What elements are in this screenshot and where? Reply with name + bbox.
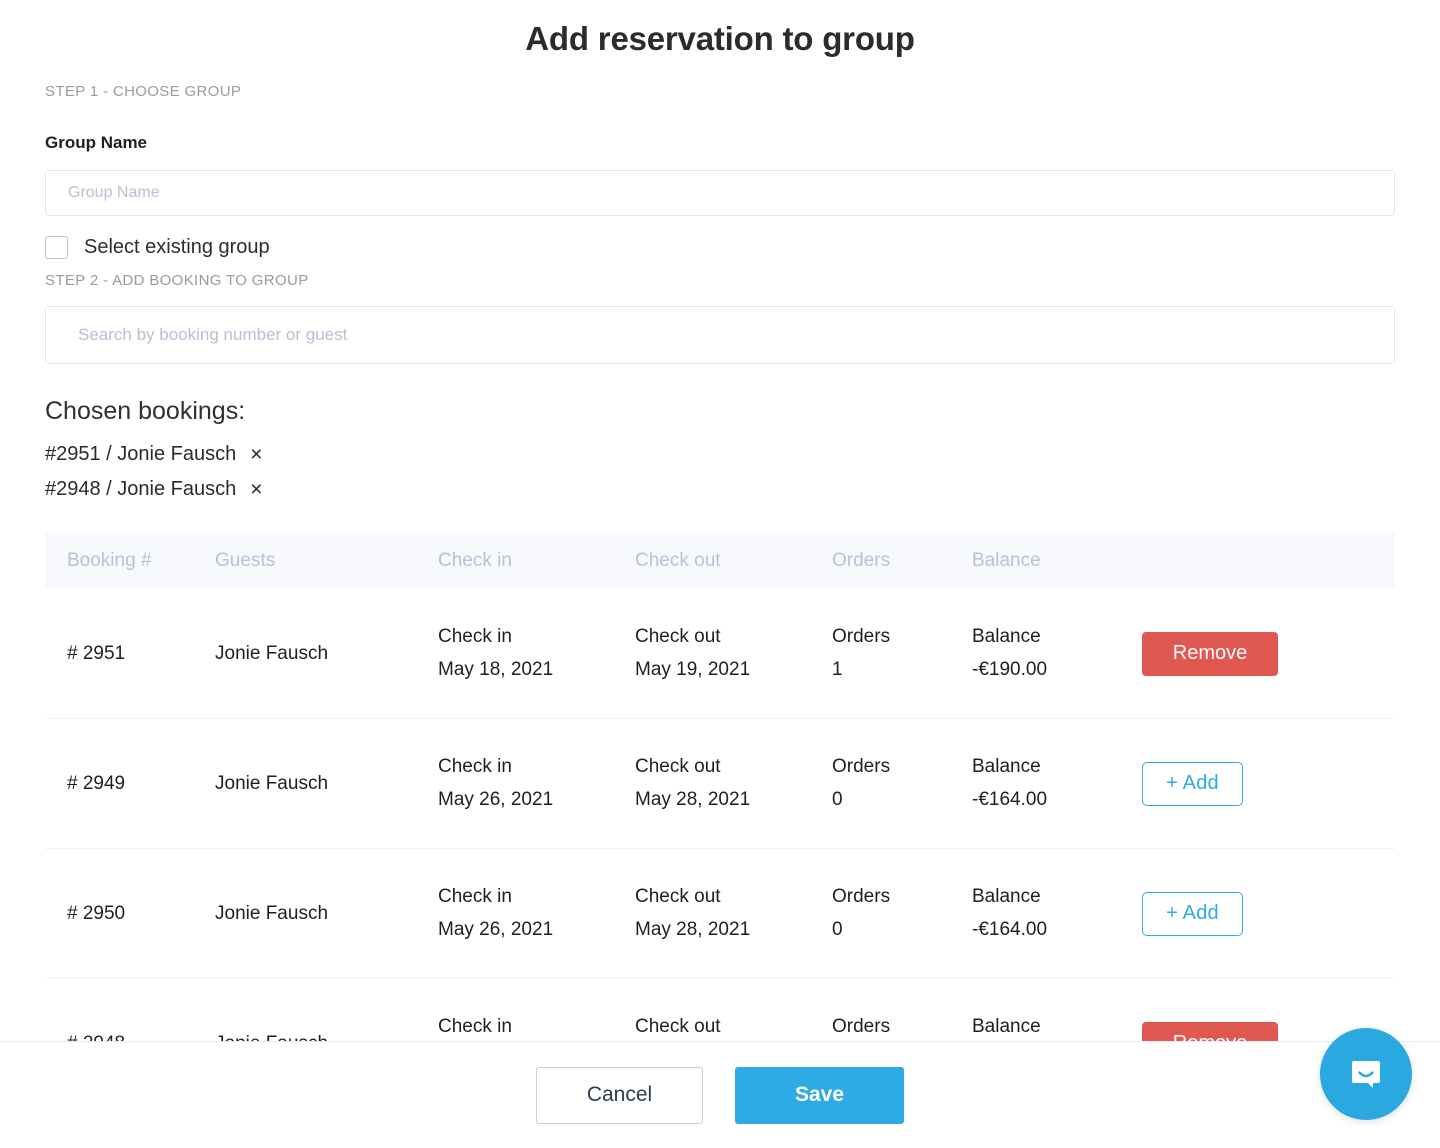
balance-label: Balance	[972, 1015, 1041, 1037]
chosen-booking-label: #2948 / Jonie Fausch	[45, 478, 237, 500]
cell-guest-name: Jonie Fausch	[215, 1033, 438, 1042]
checkin-label: Check in	[438, 625, 512, 647]
checkout-date: May 19, 2021	[635, 658, 751, 680]
group-name-label: Group Name	[45, 133, 148, 152]
cell-balance: Balance -€164.00	[972, 751, 1142, 816]
checkout-date: May 28, 2021	[635, 918, 751, 940]
cell-checkout: Check out May 28, 2021	[635, 881, 832, 946]
table-row: # 2948 Jonie Fausch Check in May 26, 202…	[45, 979, 1395, 1041]
cell-checkout: Check out May 19, 2021	[635, 621, 832, 686]
column-header-checkout: Check out	[635, 550, 721, 571]
column-header-balance: Balance	[972, 550, 1041, 571]
chat-bubble-icon	[1352, 1061, 1380, 1088]
column-header-guests: Guests	[215, 550, 276, 571]
chosen-bookings-list: #2951 / Jonie Fausch × #2948 / Jonie Fau…	[45, 443, 1395, 501]
select-existing-group-row[interactable]: Select existing group	[45, 236, 1395, 259]
add-button[interactable]: + Add	[1142, 891, 1243, 936]
balance-value: -€164.00	[972, 918, 1048, 940]
table-row: # 2950 Jonie Fausch Check in May 26, 202…	[45, 849, 1395, 979]
cell-action: + Add	[1142, 891, 1395, 936]
add-button[interactable]: + Add	[1142, 761, 1243, 806]
checkin-date: May 26, 2021	[438, 788, 554, 810]
checkin-date: May 26, 2021	[438, 918, 554, 940]
orders-label: Orders	[832, 885, 891, 907]
checkin-label: Check in	[438, 755, 512, 777]
save-button[interactable]: Save	[735, 1066, 904, 1124]
orders-value: 1	[832, 658, 843, 680]
balance-value: -€190.00	[972, 658, 1048, 680]
cell-balance: Balance -€190.00	[972, 621, 1142, 686]
step-1-label: STEP 1 - CHOOSE GROUP	[45, 83, 242, 100]
checkout-label: Check out	[635, 755, 721, 777]
remove-button[interactable]: Remove	[1142, 631, 1278, 676]
cell-guest-name: Jonie Fausch	[215, 772, 329, 794]
group-name-input[interactable]	[45, 170, 1395, 216]
balance-label: Balance	[972, 755, 1041, 777]
cell-orders: Orders 0	[832, 1011, 972, 1041]
table-row: # 2951 Jonie Fausch Check in May 18, 202…	[45, 589, 1395, 719]
cell-booking-number: # 2951	[67, 642, 126, 664]
column-header-orders: Orders	[832, 550, 891, 571]
checkout-label: Check out	[635, 625, 721, 647]
orders-label: Orders	[832, 1015, 891, 1037]
cell-booking-number: # 2949	[67, 772, 126, 794]
table-header-row: Booking # Guests Check in Check out Orde…	[45, 533, 1395, 589]
cell-orders: Orders 0	[832, 881, 972, 946]
cell-checkin: Check in May 26, 2021	[438, 1011, 635, 1041]
checkin-date: May 18, 2021	[438, 658, 554, 680]
balance-value: -€164.00	[972, 788, 1048, 810]
bookings-table: Booking # Guests Check in Check out Orde…	[45, 533, 1395, 1041]
list-item: #2951 / Jonie Fausch ×	[45, 443, 1395, 466]
cell-orders: Orders 0	[832, 751, 972, 816]
step-2-label: STEP 2 - ADD BOOKING TO GROUP	[45, 272, 309, 289]
cell-checkout: Check out May 28, 2021	[635, 1011, 832, 1041]
remove-button[interactable]: Remove	[1142, 1021, 1278, 1041]
select-existing-group-label: Select existing group	[84, 236, 270, 258]
cell-guest-name: Jonie Fausch	[215, 902, 329, 924]
orders-label: Orders	[832, 625, 891, 647]
close-icon[interactable]: ×	[250, 444, 262, 465]
cell-checkin: Check in May 26, 2021	[438, 881, 635, 946]
balance-label: Balance	[972, 625, 1041, 647]
cell-orders: Orders 1	[832, 621, 972, 686]
cell-action: + Add	[1142, 761, 1395, 806]
intercom-chat-launcher[interactable]	[1320, 1028, 1412, 1120]
modal-body: STEP 1 - CHOOSE GROUP Group Name Select …	[0, 70, 1440, 1041]
table-row: # 2949 Jonie Fausch Check in May 26, 202…	[45, 719, 1395, 849]
cell-balance: Balance -€164.00	[972, 1011, 1142, 1041]
cell-guest-name: Jonie Fausch	[215, 642, 329, 664]
close-icon[interactable]: ×	[250, 479, 262, 500]
column-header-checkin: Check in	[438, 550, 512, 571]
modal-footer: Cancel Save	[0, 1041, 1440, 1148]
orders-value: 0	[832, 788, 843, 810]
orders-value: 0	[832, 918, 843, 940]
chosen-booking-label: #2951 / Jonie Fausch	[45, 443, 237, 465]
select-existing-group-checkbox[interactable]	[45, 236, 68, 259]
cell-action: Remove	[1142, 631, 1395, 676]
cell-checkin: Check in May 18, 2021	[438, 621, 635, 686]
orders-label: Orders	[832, 755, 891, 777]
checkout-label: Check out	[635, 1015, 721, 1037]
add-reservation-to-group-modal: Add reservation to group STEP 1 - CHOOSE…	[0, 0, 1440, 1148]
checkin-label: Check in	[438, 885, 512, 907]
page-title: Add reservation to group	[525, 20, 915, 57]
checkin-label: Check in	[438, 1015, 512, 1037]
checkout-date: May 28, 2021	[635, 788, 751, 810]
cell-checkout: Check out May 28, 2021	[635, 751, 832, 816]
balance-label: Balance	[972, 885, 1041, 907]
list-item: #2948 / Jonie Fausch ×	[45, 478, 1395, 501]
cancel-button[interactable]: Cancel	[536, 1066, 703, 1124]
checkout-label: Check out	[635, 885, 721, 907]
cell-balance: Balance -€164.00	[972, 881, 1142, 946]
cell-booking-number: # 2948	[45, 1033, 215, 1042]
cell-checkin: Check in May 26, 2021	[438, 751, 635, 816]
search-input[interactable]	[45, 306, 1395, 364]
chosen-bookings-heading: Chosen bookings:	[45, 397, 246, 425]
column-header-booking: Booking #	[67, 550, 152, 571]
cell-booking-number: # 2950	[67, 902, 126, 924]
